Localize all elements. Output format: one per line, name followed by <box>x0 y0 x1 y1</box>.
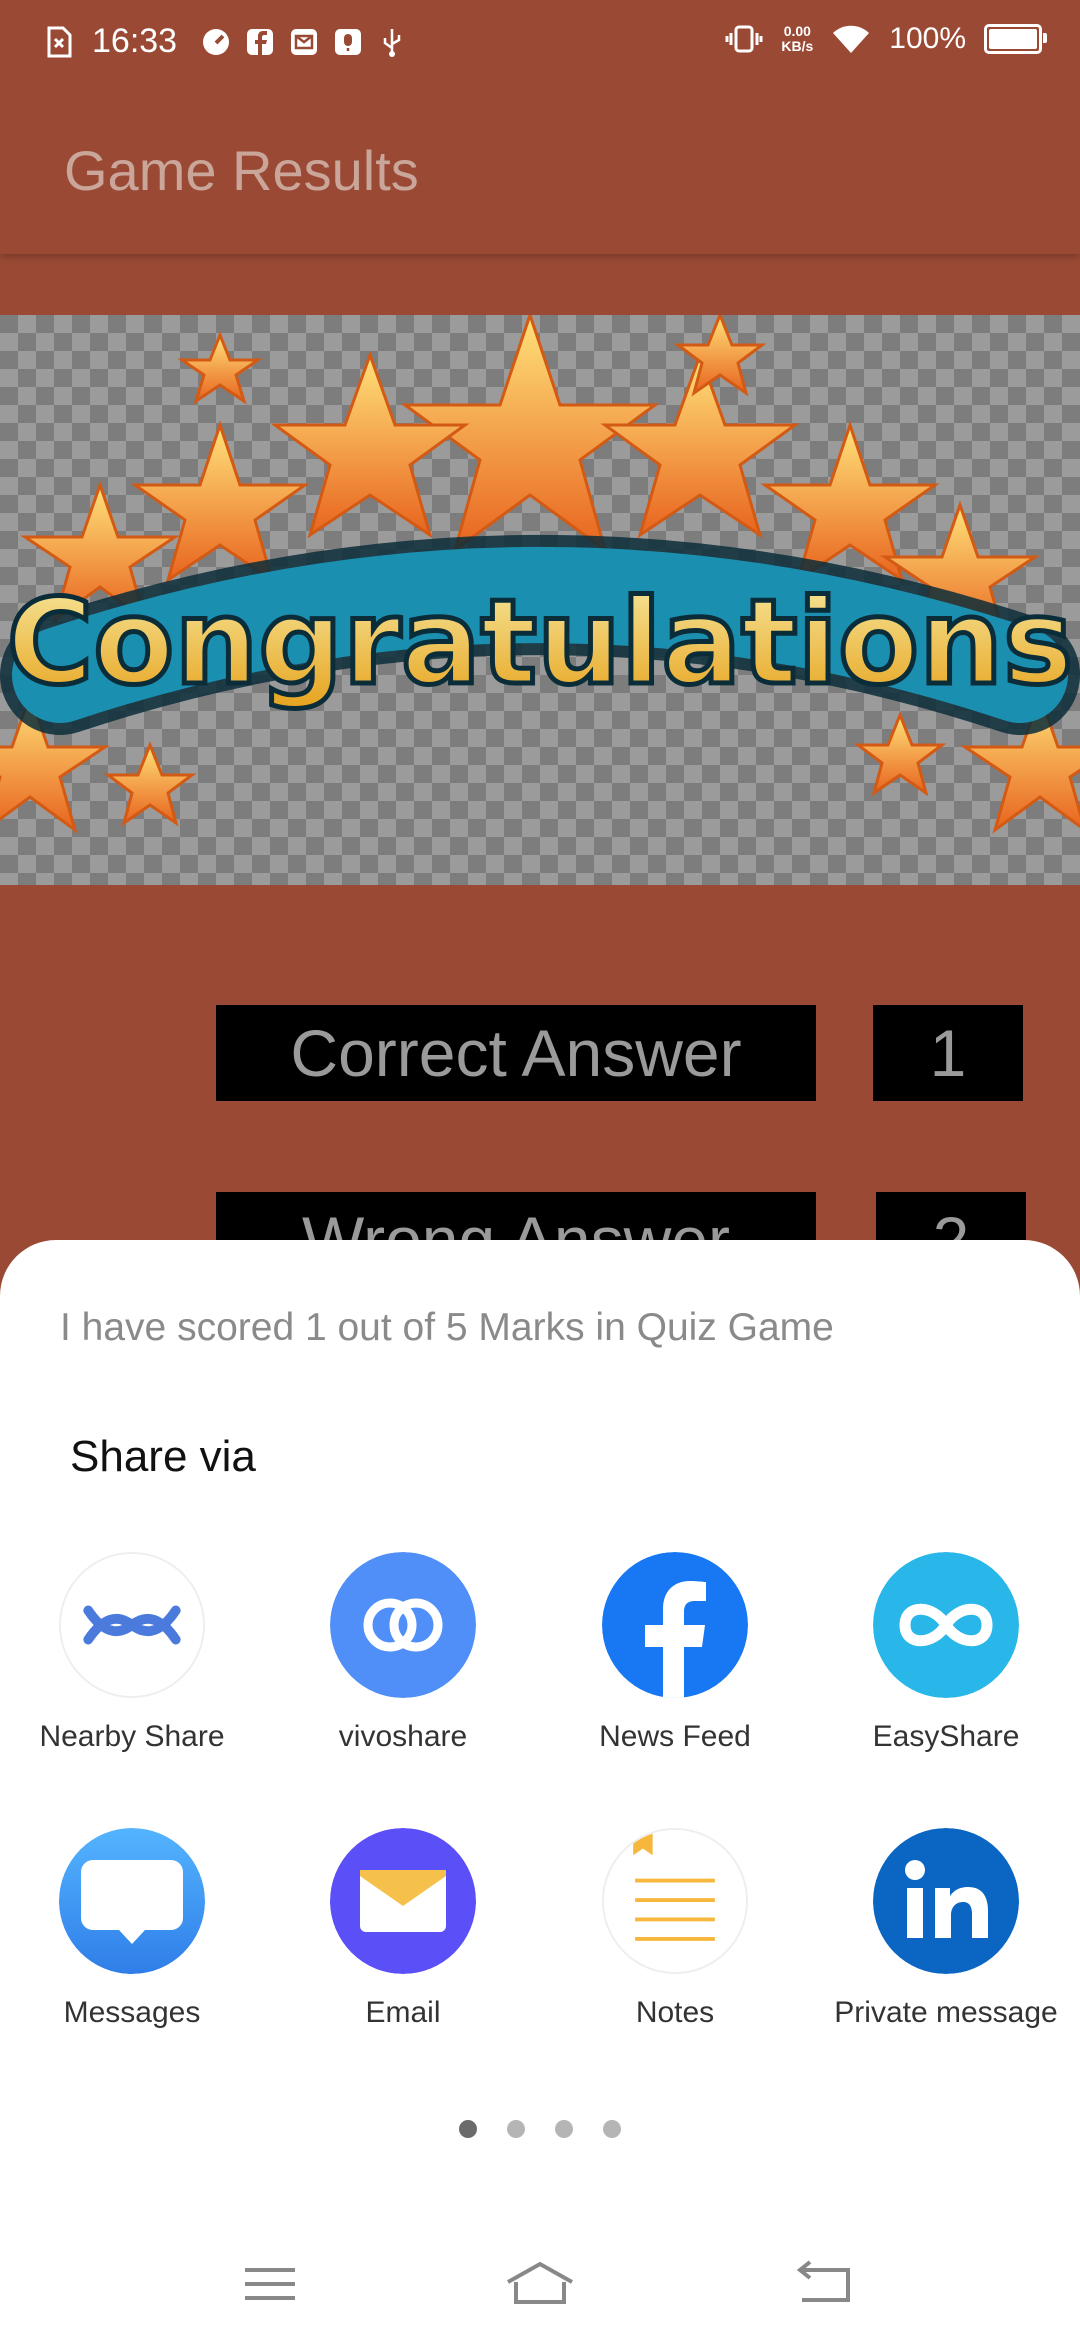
share-title: Share via <box>70 1432 256 1481</box>
share-app-label: Notes <box>635 1996 715 2029</box>
page-dot-1[interactable] <box>459 2120 477 2138</box>
share-app-label: Messages <box>63 1996 201 2029</box>
share-app-easyshare[interactable]: EasyShare <box>816 1552 1076 1754</box>
share-app-notes[interactable]: Notes <box>545 1828 805 2030</box>
share-app-label: News Feed <box>599 1720 751 1753</box>
mail-notification-icon <box>289 26 319 58</box>
sim-error-icon <box>44 26 74 58</box>
easyshare-icon <box>873 1552 1019 1698</box>
share-app-private-message[interactable]: Private message <box>816 1828 1076 2030</box>
recorder-notification-icon <box>333 26 363 58</box>
battery-icon <box>984 24 1047 54</box>
page-dot-2[interactable] <box>507 2120 525 2138</box>
menu-icon[interactable] <box>230 2256 310 2312</box>
facebook-notification-icon <box>245 26 275 58</box>
share-message: I have scored 1 out of 5 Marks in Quiz G… <box>60 1306 834 1349</box>
correct-answer-value: 1 <box>873 1005 1023 1101</box>
page-title: Game Results <box>64 139 419 202</box>
battery-percent: 100% <box>889 22 966 55</box>
share-app-label: Email <box>365 1996 441 2029</box>
vivoshare-icon <box>330 1552 476 1698</box>
status-bar: 16:33 0.00 KB/s 100% <box>0 0 1080 86</box>
congratulations-banner: Congratulations <box>0 315 1080 885</box>
email-icon <box>330 1828 476 1974</box>
congratulations-text: Congratulations <box>7 573 1074 711</box>
vibrate-icon <box>725 23 763 55</box>
notes-icon <box>602 1828 748 1974</box>
app-bar: Game Results <box>0 86 1080 254</box>
page-indicator <box>0 2120 1080 2144</box>
speedometer-icon <box>201 26 231 58</box>
facebook-icon <box>602 1552 748 1698</box>
share-app-label: vivoshare <box>338 1720 468 1753</box>
share-app-nearby-share[interactable]: Nearby Share <box>2 1552 262 1754</box>
share-app-vivoshare[interactable]: vivoshare <box>273 1552 533 1754</box>
page-dot-3[interactable] <box>555 2120 573 2138</box>
share-app-news-feed[interactable]: News Feed <box>545 1552 805 1754</box>
share-sheet: I have scored 1 out of 5 Marks in Quiz G… <box>0 1240 1080 2340</box>
home-icon[interactable] <box>500 2256 580 2312</box>
correct-answer-label: Correct Answer <box>216 1005 816 1101</box>
share-app-label: EasyShare <box>872 1720 1020 1753</box>
usb-icon <box>377 26 407 58</box>
wifi-icon <box>831 23 871 55</box>
network-speed: 0.00 KB/s <box>781 23 814 54</box>
clock: 16:33 <box>92 22 178 60</box>
nearby-share-icon <box>59 1552 205 1698</box>
navigation-bar <box>0 2220 1080 2340</box>
page-dot-4[interactable] <box>603 2120 621 2138</box>
share-app-email[interactable]: Email <box>273 1828 533 2030</box>
messages-icon <box>59 1828 205 1974</box>
share-app-label: Private message <box>834 1996 1058 2029</box>
share-app-messages[interactable]: Messages <box>2 1828 262 2030</box>
share-app-label: Nearby Share <box>39 1720 225 1753</box>
linkedin-icon <box>873 1828 1019 1974</box>
back-icon[interactable] <box>784 2256 864 2312</box>
